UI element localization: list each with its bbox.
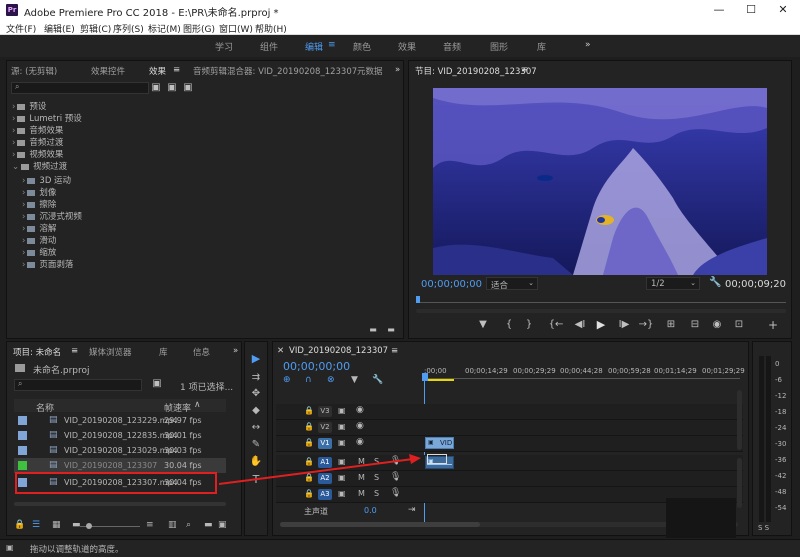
audio-meter-panel: 0 -6 -12 -18 -24 -30 -36 -42 -48 -54 S S — [752, 341, 792, 536]
panel-corner-shadow — [666, 498, 736, 538]
status-indicator-icon: ▣ — [6, 543, 14, 552]
status-text: 拖动以调整轨道的高度。 — [30, 545, 124, 555]
annotation-arrow — [218, 454, 421, 485]
audio-tracks-scrollbar[interactable] — [737, 458, 742, 508]
meter-solo-buttons[interactable]: S S — [758, 524, 769, 532]
meter-left-channel — [759, 356, 764, 522]
status-bar: ▣ 拖动以调整轨道的高度。 — [0, 539, 800, 557]
meter-right-channel — [766, 356, 771, 522]
video-tracks-scrollbar[interactable] — [737, 390, 742, 450]
